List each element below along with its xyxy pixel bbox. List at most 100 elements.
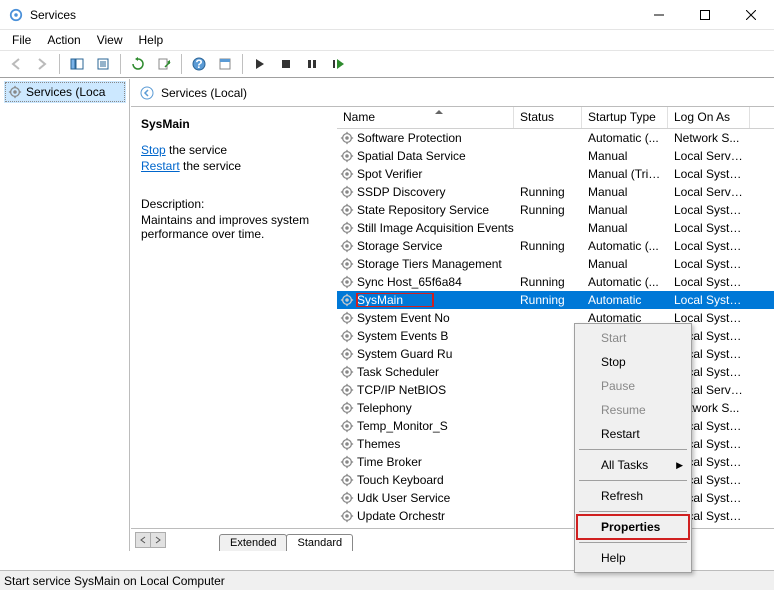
gear-icon xyxy=(340,275,354,289)
statusbar: Start service SysMain on Local Computer xyxy=(0,570,774,590)
service-row[interactable]: Touch KeyboardManual (Trig...Local Syste… xyxy=(337,471,774,489)
service-row[interactable]: ThemesAutomaticLocal Syste... xyxy=(337,435,774,453)
stop-service-link[interactable]: Stop xyxy=(141,143,166,157)
menu-file[interactable]: File xyxy=(4,31,39,49)
back-button[interactable] xyxy=(4,52,28,76)
service-row[interactable]: Spatial Data ServiceManualLocal Service xyxy=(337,147,774,165)
service-row[interactable]: Spot VerifierManual (Trig...Local Syste.… xyxy=(337,165,774,183)
service-status: Running xyxy=(514,203,582,217)
refresh-button[interactable] xyxy=(126,52,150,76)
show-hide-tree-button[interactable] xyxy=(65,52,89,76)
close-button[interactable] xyxy=(728,0,774,30)
service-name: Storage Tiers Management xyxy=(357,257,502,271)
service-status: Running xyxy=(514,293,582,307)
export-list-button[interactable] xyxy=(152,52,176,76)
gear-icon xyxy=(340,347,354,361)
service-row[interactable]: TCP/IP NetBIOSManual (Trig...Local Servi… xyxy=(337,381,774,399)
separator xyxy=(579,480,687,481)
help-button[interactable]: ? xyxy=(187,52,211,76)
service-startup: Manual (Trig... xyxy=(582,167,668,181)
gear-icon xyxy=(340,437,354,451)
tree-item-services[interactable]: Services (Loca xyxy=(4,81,126,103)
context-refresh[interactable]: Refresh xyxy=(577,484,689,508)
column-logon[interactable]: Log On As xyxy=(668,107,750,128)
service-startup: Automatic (... xyxy=(582,239,668,253)
tab-standard[interactable]: Standard xyxy=(286,534,353,551)
service-row[interactable]: System Event NoAutomaticLocal Syste... xyxy=(337,309,774,327)
restart-service-button[interactable] xyxy=(326,52,350,76)
status-text: Start service SysMain on Local Computer xyxy=(4,574,225,588)
scroll-right-button[interactable] xyxy=(150,532,166,548)
back-icon[interactable] xyxy=(139,85,155,101)
pause-service-button[interactable] xyxy=(300,52,324,76)
service-row[interactable]: Time BrokerManual (Trig...Local Syste... xyxy=(337,453,774,471)
service-name: Time Broker xyxy=(357,455,422,469)
service-row[interactable]: TelephonyManualNetwork S... xyxy=(337,399,774,417)
service-name: TCP/IP NetBIOS xyxy=(357,383,446,397)
column-name[interactable]: Name xyxy=(337,107,514,128)
scroll-arrows xyxy=(135,532,166,548)
restart-service-link[interactable]: Restart xyxy=(141,159,180,173)
service-name: System Event No xyxy=(357,311,450,325)
context-properties[interactable]: Properties xyxy=(577,515,689,539)
menu-action[interactable]: Action xyxy=(39,31,88,49)
service-name: State Repository Service xyxy=(357,203,489,217)
description-text: Maintains and improves system performanc… xyxy=(141,213,327,241)
scroll-left-button[interactable] xyxy=(135,532,151,548)
gear-icon xyxy=(340,509,354,523)
service-name: Themes xyxy=(357,437,400,451)
services-icon xyxy=(8,7,24,23)
gear-icon xyxy=(340,383,354,397)
service-name: SysMain xyxy=(357,293,433,307)
context-start[interactable]: Start xyxy=(577,326,689,350)
gear-icon xyxy=(340,293,354,307)
context-all-tasks[interactable]: All Tasks xyxy=(577,453,689,477)
properties-button[interactable] xyxy=(213,52,237,76)
context-stop[interactable]: Stop xyxy=(577,350,689,374)
list-rows[interactable]: Software ProtectionAutomatic (...Network… xyxy=(337,129,774,528)
gear-icon xyxy=(340,491,354,505)
service-row[interactable]: Temp_Monitor_SAutomaticLocal Syste... xyxy=(337,417,774,435)
list-pane: Name Status Startup Type Log On As Softw… xyxy=(337,107,774,528)
tab-extended[interactable]: Extended xyxy=(219,534,287,551)
stop-service-button[interactable] xyxy=(274,52,298,76)
maximize-button[interactable] xyxy=(682,0,728,30)
service-row[interactable]: SSDP DiscoveryRunningManualLocal Service xyxy=(337,183,774,201)
service-row[interactable]: Sync Host_65f6a84RunningAutomatic (...Lo… xyxy=(337,273,774,291)
export-button[interactable] xyxy=(91,52,115,76)
gear-icon xyxy=(340,239,354,253)
service-row[interactable]: Storage ServiceRunningAutomatic (...Loca… xyxy=(337,237,774,255)
menu-help[interactable]: Help xyxy=(131,31,172,49)
separator xyxy=(579,511,687,512)
context-resume[interactable]: Resume xyxy=(577,398,689,422)
context-help[interactable]: Help xyxy=(577,546,689,570)
toolbar: ? xyxy=(0,50,774,78)
context-pause[interactable]: Pause xyxy=(577,374,689,398)
service-name: Storage Service xyxy=(357,239,442,253)
minimize-button[interactable] xyxy=(636,0,682,30)
service-logon: Local Service xyxy=(668,149,750,163)
service-name: System Guard Ru xyxy=(357,347,452,361)
context-restart[interactable]: Restart xyxy=(577,422,689,446)
service-row[interactable]: System Guard RuAutomatic (...Local Syste… xyxy=(337,345,774,363)
service-row[interactable]: Task SchedulerAutomaticLocal Syste... xyxy=(337,363,774,381)
service-row[interactable]: Udk User ServiceManualLocal Syste... xyxy=(337,489,774,507)
service-logon: Local Syste... xyxy=(668,239,750,253)
service-row[interactable]: Software ProtectionAutomatic (...Network… xyxy=(337,129,774,147)
service-row[interactable]: State Repository ServiceRunningManualLoc… xyxy=(337,201,774,219)
menu-view[interactable]: View xyxy=(89,31,131,49)
service-row[interactable]: Storage Tiers ManagementManualLocal Syst… xyxy=(337,255,774,273)
service-row[interactable]: SysMainRunningAutomaticLocal Syste... xyxy=(337,291,774,309)
service-logon: Local Syste... xyxy=(668,257,750,271)
forward-button[interactable] xyxy=(30,52,54,76)
start-service-button[interactable] xyxy=(248,52,272,76)
service-row[interactable]: Update OrchestrAutomatic (...Local Syste… xyxy=(337,507,774,525)
column-startup[interactable]: Startup Type xyxy=(582,107,668,128)
service-name: Sync Host_65f6a84 xyxy=(357,275,462,289)
column-status[interactable]: Status xyxy=(514,107,582,128)
service-row[interactable]: Still Image Acquisition EventsManualLoca… xyxy=(337,219,774,237)
window-title: Services xyxy=(30,8,636,22)
service-row[interactable]: System Events BAutomatic (T...Local Syst… xyxy=(337,327,774,345)
gear-icon xyxy=(340,329,354,343)
service-logon: Local Service xyxy=(668,185,750,199)
